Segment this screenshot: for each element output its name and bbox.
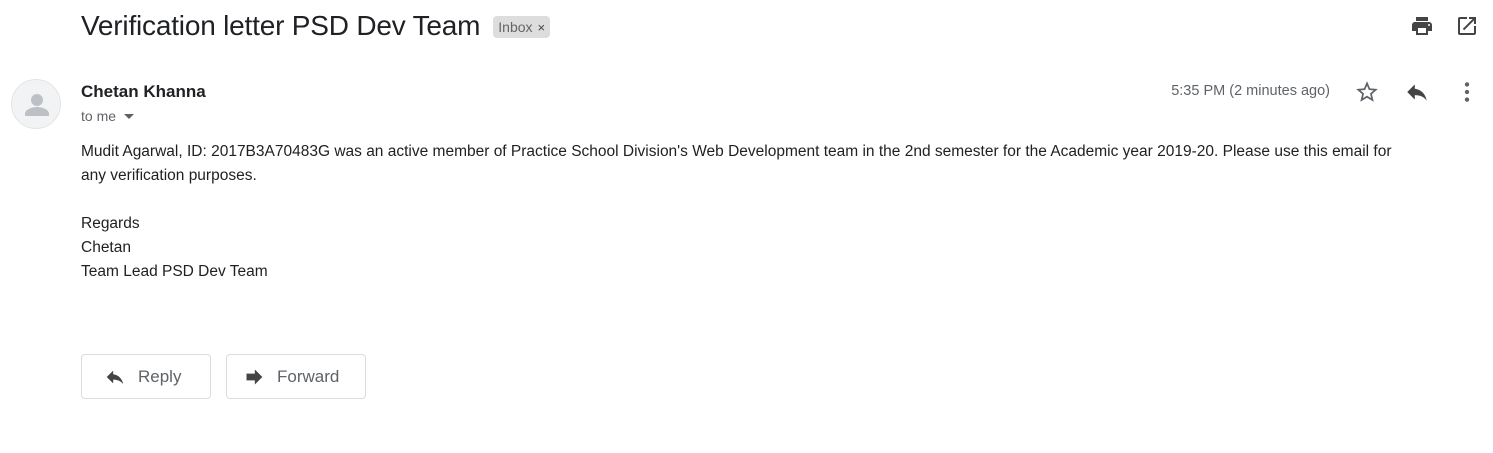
reply-icon[interactable] — [1404, 79, 1430, 105]
reply-label: Reply — [138, 366, 182, 386]
forward-button[interactable]: Forward — [226, 354, 366, 399]
reply-button[interactable]: Reply — [81, 354, 211, 399]
sender-avatar[interactable] — [11, 79, 61, 129]
open-in-new-icon[interactable] — [1455, 14, 1479, 38]
label-text: Inbox — [498, 19, 533, 35]
reply-icon — [106, 370, 124, 384]
sender-name[interactable]: Chetan Khanna — [81, 82, 206, 102]
email-subject: Verification letter PSD Dev Team — [81, 10, 481, 41]
signature-line: Regards — [81, 215, 140, 232]
subject-row: Verification letter PSD Dev Team Inbox × — [81, 8, 551, 44]
signature-line: Team Lead PSD Dev Team — [81, 263, 268, 280]
forward-icon — [246, 369, 263, 384]
more-vert-icon[interactable] — [1454, 79, 1480, 105]
remove-label-icon[interactable]: × — [538, 20, 546, 35]
email-view: Verification letter PSD Dev Team Inbox ×… — [0, 0, 1493, 453]
body-line: any verification purposes. — [81, 167, 257, 184]
default-avatar-icon — [25, 94, 49, 116]
body-line: Mudit Agarwal, ID: 2017B3A70483G was an … — [81, 143, 1392, 160]
inbox-label-chip[interactable]: Inbox × — [493, 16, 551, 38]
recipient-text: to me — [81, 108, 117, 124]
message-timestamp: 5:35 PM (2 minutes ago) — [1171, 83, 1330, 99]
forward-label: Forward — [277, 366, 340, 386]
signature-line: Chetan — [81, 239, 131, 256]
chevron-down-icon — [124, 113, 135, 119]
recipient-details-toggle[interactable]: to me — [81, 108, 135, 124]
message-body: Mudit Agarwal, ID: 2017B3A70483G was an … — [81, 140, 1471, 284]
star-outline-icon[interactable] — [1354, 79, 1380, 105]
print-icon[interactable] — [1410, 14, 1434, 38]
